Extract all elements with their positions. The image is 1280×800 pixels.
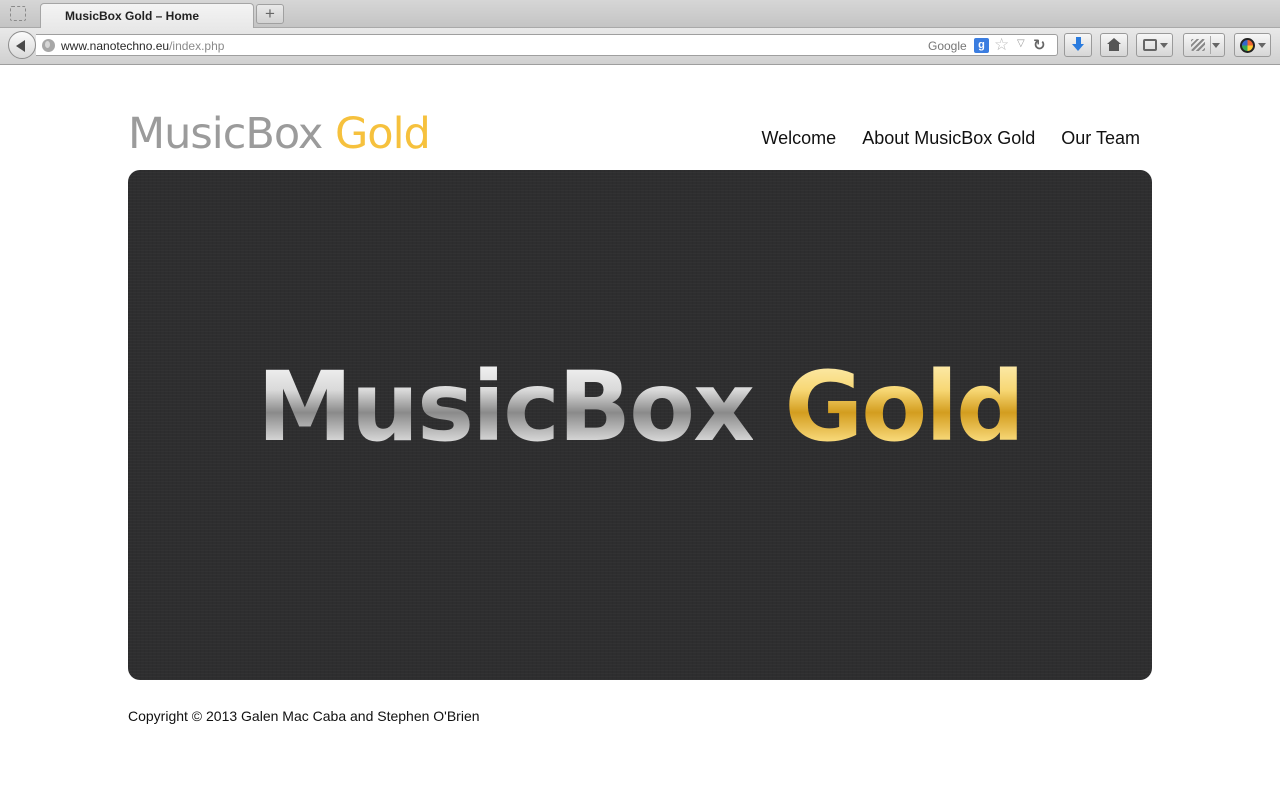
hero-logo: MusicBox Gold: [128, 352, 1152, 462]
home-button[interactable]: [1100, 33, 1128, 57]
tab-strip: MusicBox Gold – Home +: [0, 0, 1280, 29]
profile-icon: [1240, 38, 1255, 53]
site-logo[interactable]: MusicBox Gold: [128, 109, 431, 159]
search-engine-label[interactable]: Google: [928, 39, 967, 53]
navigation-toolbar: www.nanotechno.eu/index.php Google g ☆ ▽…: [0, 28, 1280, 65]
chevron-down-icon: [1160, 43, 1168, 48]
hero-logo-accent: Gold: [784, 351, 1024, 463]
back-icon: [16, 40, 25, 52]
divider: [1210, 36, 1211, 54]
search-engine-icon[interactable]: g: [974, 38, 989, 53]
history-dropdown-icon[interactable]: ▽: [1017, 38, 1025, 49]
globe-icon: [42, 39, 55, 52]
bookmarks-button[interactable]: [1136, 33, 1173, 57]
new-tab-button[interactable]: +: [256, 4, 284, 24]
site-navigation: Welcome About MusicBox Gold Our Team: [762, 128, 1141, 149]
back-button[interactable]: [8, 31, 36, 59]
download-icon: [1072, 37, 1084, 52]
star-icon[interactable]: ☆: [994, 35, 1009, 55]
url-host: www.nanotechno.eu: [61, 39, 170, 53]
copyright-text: Copyright © 2013 Galen Mac Caba and Step…: [128, 708, 480, 724]
url-text[interactable]: www.nanotechno.eu/index.php: [61, 39, 224, 53]
chevron-down-icon: [1212, 43, 1220, 48]
reload-icon[interactable]: ↻: [1033, 36, 1046, 54]
tools-button[interactable]: [1183, 33, 1225, 57]
chevron-down-icon: [1258, 43, 1266, 48]
downloads-button[interactable]: [1064, 33, 1092, 57]
logo-accent-text: Gold: [334, 109, 431, 159]
logo-main-text: MusicBox: [128, 109, 323, 159]
tab-preview-icon[interactable]: [10, 6, 26, 21]
tab-home[interactable]: MusicBox Gold – Home: [40, 3, 254, 29]
nav-link-team[interactable]: Our Team: [1061, 128, 1140, 149]
tools-icon: [1191, 39, 1205, 51]
url-path: /index.php: [169, 39, 225, 53]
nav-link-about[interactable]: About MusicBox Gold: [862, 128, 1035, 149]
tab-title: MusicBox Gold – Home: [65, 9, 200, 23]
profile-button[interactable]: [1234, 33, 1271, 57]
web-page: MusicBox Gold Welcome About MusicBox Gol…: [0, 66, 1280, 800]
home-icon: [1107, 38, 1121, 51]
nav-link-welcome[interactable]: Welcome: [762, 128, 837, 149]
bookmarks-icon: [1143, 39, 1157, 51]
hero-banner: MusicBox Gold: [128, 170, 1152, 680]
hero-logo-main: MusicBox: [257, 351, 755, 463]
address-bar[interactable]: www.nanotechno.eu/index.php Google g ☆ ▽…: [36, 34, 1058, 56]
